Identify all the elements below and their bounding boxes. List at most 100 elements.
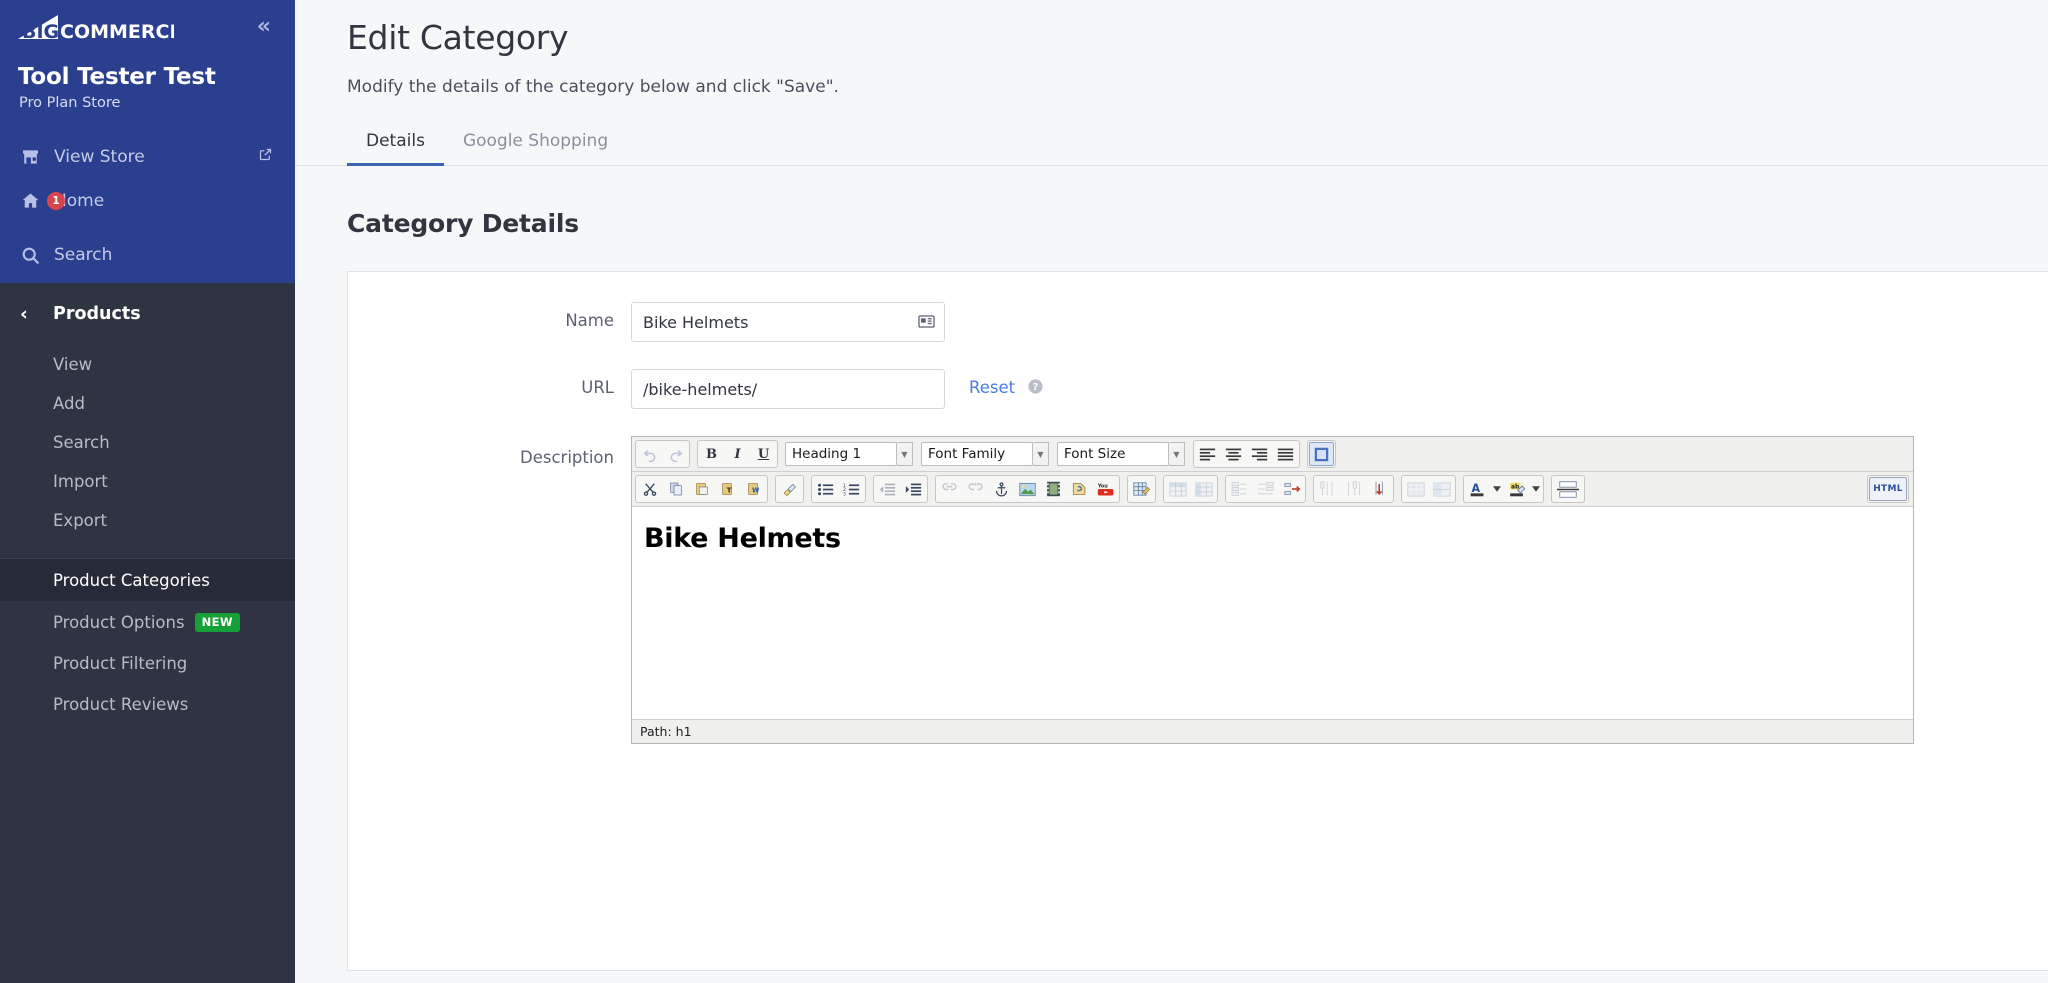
sidebar-section-products[interactable]: ‹ Products (0, 283, 295, 345)
reset-url-link[interactable]: Reset ? (969, 369, 1044, 399)
link-icon[interactable] (937, 477, 962, 501)
font-size-select-wrap: Font Size ▼ (1057, 442, 1185, 466)
sidebar-item-import[interactable]: Import (0, 462, 295, 501)
bg-color-icon[interactable]: ab (1504, 477, 1529, 501)
eraser-icon[interactable] (777, 477, 802, 501)
name-input[interactable] (631, 302, 945, 342)
svg-text:T: T (726, 485, 731, 494)
row-operations-2-icon[interactable] (1253, 477, 1278, 501)
sidebar-products-list-2: Product Categories Product Options NEW P… (0, 558, 295, 725)
outdent-icon[interactable] (875, 477, 900, 501)
underline-button[interactable]: U (751, 442, 776, 466)
undo-icon[interactable] (637, 442, 662, 466)
card-text-icon[interactable] (917, 312, 936, 335)
sidebar-collapse-button[interactable]: « (251, 12, 277, 42)
unlink-icon[interactable] (963, 477, 988, 501)
sidebar-item-product-categories[interactable]: Product Categories (0, 558, 295, 601)
font-family-select[interactable]: Font Family (921, 442, 1033, 466)
sidebar-item-export[interactable]: Export (0, 501, 295, 540)
sidebar-top-panel: BIG COMMERCE « Tool Tester Test Pro Plan… (0, 0, 295, 283)
svg-text:BIG: BIG (22, 21, 59, 43)
youtube-icon[interactable]: You (1093, 477, 1118, 501)
page-break-icon[interactable] (1553, 477, 1583, 501)
font-family-select-wrap: Font Family ▼ (921, 442, 1049, 466)
paste-icon[interactable] (689, 477, 714, 501)
scissors-icon[interactable] (637, 477, 662, 501)
sidebar-item-label: Product Options (53, 612, 185, 632)
sidebar-item-view[interactable]: View (0, 345, 295, 384)
insert-link-icon[interactable] (1067, 477, 1092, 501)
merge-cells-icon[interactable] (1403, 477, 1428, 501)
align-left-icon[interactable] (1195, 442, 1220, 466)
html-source-button[interactable]: HTML (1869, 477, 1907, 501)
sidebar-item-label: Import (53, 472, 108, 491)
redo-icon[interactable] (663, 442, 688, 466)
chevron-down-icon[interactable]: ▼ (1169, 442, 1185, 466)
sidebar: BIG COMMERCE « Tool Tester Test Pro Plan… (0, 0, 295, 983)
sidebar-item-label: Product Reviews (53, 695, 189, 714)
question-circle-icon[interactable]: ? (1027, 378, 1044, 399)
align-right-icon[interactable] (1247, 442, 1272, 466)
sidebar-item-view-store[interactable]: View Store (0, 135, 295, 179)
chevron-down-icon[interactable]: ▼ (1033, 442, 1049, 466)
form-row-description: Description B I U Heading 1 ▼ Font Famil… (348, 409, 2048, 744)
tab-google-shopping[interactable]: Google Shopping (444, 131, 627, 165)
sidebar-item-product-options[interactable]: Product Options NEW (0, 601, 295, 643)
text-color-icon[interactable]: A (1465, 477, 1490, 501)
anchor-icon[interactable] (989, 477, 1014, 501)
chevron-down-icon[interactable]: ▼ (897, 442, 913, 466)
bullet-list-icon[interactable] (813, 477, 838, 501)
editor-status-bar: Path: h1 (632, 719, 1913, 743)
category-details-card: Name URL (347, 271, 2048, 971)
form-row-name: Name (348, 272, 2048, 342)
row-operations-icon[interactable] (1227, 477, 1252, 501)
column-operations-2-icon[interactable] (1341, 477, 1366, 501)
insert-group: You (935, 475, 1120, 503)
url-input[interactable] (631, 369, 945, 409)
fullscreen-icon[interactable] (1309, 442, 1334, 466)
sidebar-item-home[interactable]: 1 Home (0, 179, 295, 223)
page-header: Edit Category Modify the details of the … (295, 0, 2048, 97)
text-style-group: B I U (697, 440, 778, 468)
edit-table-icon[interactable] (1129, 477, 1154, 501)
url-label: URL (581, 378, 614, 397)
tab-details[interactable]: Details (347, 131, 444, 166)
sidebar-item-product-reviews[interactable]: Product Reviews (0, 684, 295, 725)
sidebar-item-product-filtering[interactable]: Product Filtering (0, 643, 295, 684)
bigcommerce-logo[interactable]: BIG COMMERCE (14, 12, 174, 46)
sidebar-item-add[interactable]: Add (0, 384, 295, 423)
page-subtitle: Modify the details of the category below… (347, 77, 839, 97)
copy-icon[interactable] (663, 477, 688, 501)
paste-from-word-icon[interactable]: W (741, 477, 766, 501)
column-operations-icon[interactable] (1315, 477, 1340, 501)
sidebar-item-search[interactable]: Search (0, 233, 295, 277)
table-column-icon[interactable] (1191, 477, 1216, 501)
column-operations-3-icon[interactable] (1367, 477, 1392, 501)
table-row-icon[interactable] (1165, 477, 1190, 501)
italic-button[interactable]: I (725, 442, 750, 466)
film-icon[interactable] (1041, 477, 1066, 501)
svg-text:W: W (752, 486, 760, 494)
indent-group (873, 475, 928, 503)
new-badge: NEW (194, 612, 240, 632)
sidebar-item-label: Product Filtering (53, 654, 188, 673)
page-break-group (1551, 475, 1585, 503)
text-color-dropdown-icon[interactable] (1491, 477, 1503, 501)
chevron-left-icon: ‹ (20, 303, 28, 325)
numbered-list-icon[interactable]: 123 (839, 477, 864, 501)
split-cells-icon[interactable] (1429, 477, 1454, 501)
editor-content-area[interactable]: Bike Helmets (632, 507, 1913, 719)
align-justify-icon[interactable] (1273, 442, 1298, 466)
indent-icon[interactable] (901, 477, 926, 501)
paste-as-text-icon[interactable]: T (715, 477, 740, 501)
row-operations-3-icon[interactable] (1279, 477, 1304, 501)
format-select[interactable]: Heading 1 (785, 442, 897, 466)
font-size-select[interactable]: Font Size (1057, 442, 1169, 466)
align-center-icon[interactable] (1221, 442, 1246, 466)
merge-group (1401, 475, 1456, 503)
bold-button[interactable]: B (699, 442, 724, 466)
bg-color-dropdown-icon[interactable] (1530, 477, 1542, 501)
image-icon[interactable] (1015, 477, 1040, 501)
sidebar-item-search-products[interactable]: Search (0, 423, 295, 462)
sidebar-divider (0, 540, 295, 558)
